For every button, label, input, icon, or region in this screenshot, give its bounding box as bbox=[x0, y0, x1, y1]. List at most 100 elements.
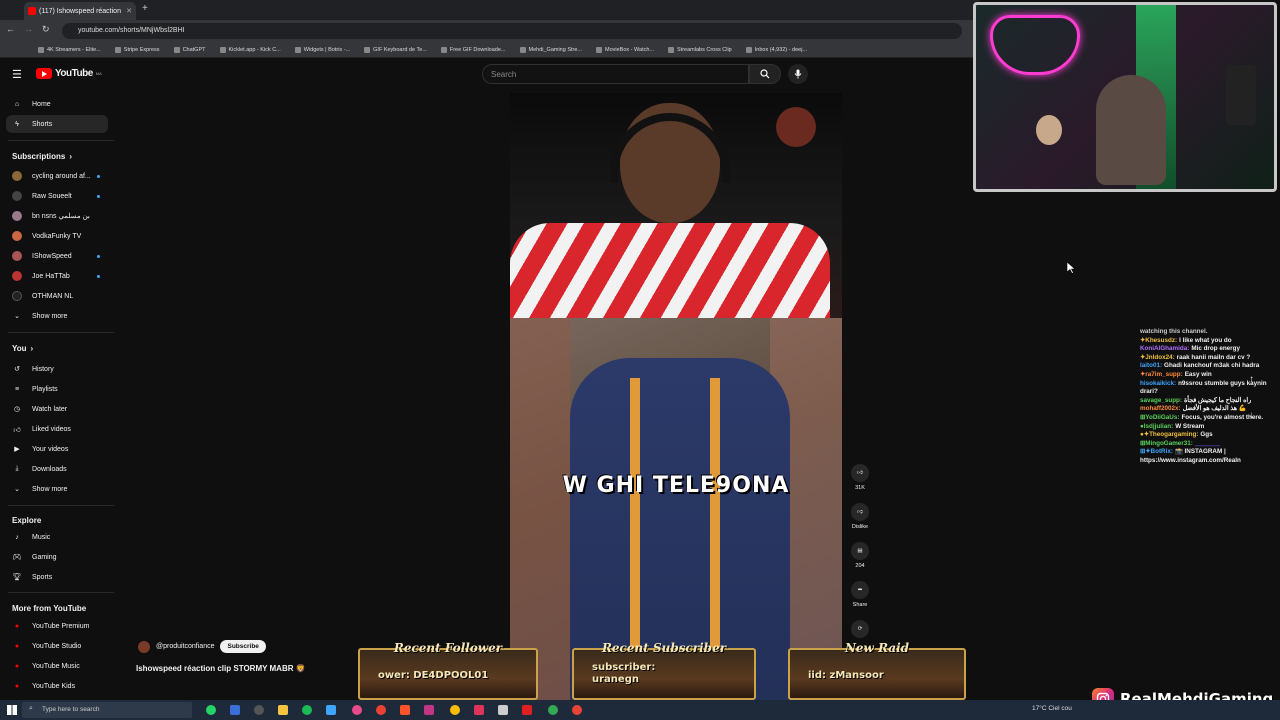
sidebar-item-liked-videos[interactable]: 👍︎ Liked videos bbox=[6, 420, 108, 438]
show-more-button[interactable]: ⌄ Show more bbox=[6, 480, 108, 498]
channel-avatar[interactable] bbox=[138, 640, 150, 653]
file-explorer-icon[interactable] bbox=[278, 705, 288, 715]
app-icon[interactable] bbox=[522, 705, 532, 715]
new-tab-icon[interactable]: + bbox=[142, 3, 148, 14]
bookmark-9[interactable]: Streamlabs Cross Clip bbox=[668, 46, 732, 53]
sidebar-item-your-videos[interactable]: ▶ Your videos bbox=[6, 440, 108, 458]
spotify-icon[interactable] bbox=[302, 705, 312, 715]
app-icon[interactable] bbox=[498, 705, 508, 715]
panel-title: Recent Subscriber bbox=[601, 641, 727, 655]
sidebar-item-youtube-premium[interactable]: ● YouTube Premium bbox=[6, 617, 108, 635]
tab-close-icon[interactable]: ✕ bbox=[126, 7, 132, 15]
sidebar-item-home[interactable]: ⌂ Home bbox=[6, 95, 108, 113]
subscription-item[interactable]: bn nsns بن مسلمي bbox=[6, 207, 108, 225]
video-title[interactable]: Ishowspeed réaction clip STORMY MABR 🦁 bbox=[136, 664, 306, 673]
app-icon[interactable] bbox=[352, 705, 362, 715]
divider bbox=[8, 140, 114, 141]
trophy-icon: 🏆︎ bbox=[12, 574, 22, 581]
app-icon[interactable] bbox=[474, 705, 484, 715]
shorts-video-player[interactable]: W GHI TELE9ONA bbox=[510, 93, 842, 700]
sidebar-item-gaming[interactable]: 🎮︎ Gaming bbox=[6, 548, 108, 566]
more-from-youtube-header: More from YouTube bbox=[12, 604, 87, 613]
whatsapp-icon[interactable] bbox=[206, 705, 216, 715]
dislike-label: Dislike bbox=[851, 524, 869, 530]
neon-sign-shape bbox=[990, 15, 1080, 75]
reload-icon[interactable]: ↻ bbox=[42, 24, 50, 35]
subscription-item[interactable]: IShowSpeed bbox=[6, 247, 108, 265]
sidebar-item-youtube-studio[interactable]: ● YouTube Studio bbox=[6, 637, 108, 655]
subscription-item[interactable]: OTHMAN NL bbox=[6, 287, 108, 305]
bookmark-2[interactable]: ChatGPT bbox=[173, 46, 206, 53]
chat-user: savage_supp: bbox=[1140, 396, 1182, 404]
sidebar-label: Your videos bbox=[32, 445, 69, 453]
sidebar-item-youtube-kids[interactable]: ● YouTube Kids bbox=[6, 677, 108, 695]
back-icon[interactable]: ← bbox=[6, 24, 15, 34]
you-header[interactable]: You › bbox=[12, 344, 33, 353]
chrome-icon[interactable] bbox=[548, 705, 558, 715]
divider bbox=[8, 332, 114, 333]
taskbar-search[interactable]: ⌕ Type here to search bbox=[22, 702, 192, 718]
subscribe-button[interactable]: Subscribe bbox=[220, 640, 266, 653]
scroll-up-icon[interactable]: ↑ bbox=[1249, 374, 1254, 385]
panel-title: Recent Follower bbox=[393, 641, 503, 655]
scroll-down-icon[interactable]: ↓ bbox=[1249, 410, 1254, 421]
sidebar-label: Gaming bbox=[32, 553, 57, 561]
voice-search-button[interactable] bbox=[788, 64, 808, 84]
sidebar-item-history[interactable]: ↺ History bbox=[6, 360, 108, 378]
chat-text: W Stream bbox=[1175, 422, 1205, 430]
share-button[interactable]: ➦ Share bbox=[848, 581, 872, 608]
channel-info: @produitconfiance Subscribe bbox=[138, 640, 266, 653]
bookmark-8[interactable]: MovieBox - Watch... bbox=[596, 46, 654, 53]
url-field[interactable]: youtube.com/shorts/MNjWbsl2BHI bbox=[62, 23, 962, 39]
show-more-button[interactable]: ⌄ Show more bbox=[6, 307, 108, 325]
sidebar-item-youtube-music[interactable]: ● YouTube Music bbox=[6, 657, 108, 675]
chat-message: ✦Khesusdz: I like what you do bbox=[1140, 337, 1270, 346]
instagram-app-icon[interactable] bbox=[424, 705, 434, 715]
weather-widget[interactable]: 17°C Ciel cou bbox=[1032, 705, 1072, 712]
app-icon[interactable] bbox=[230, 705, 240, 715]
search-button[interactable] bbox=[749, 64, 781, 84]
sidebar-item-music[interactable]: ♪ Music bbox=[6, 528, 108, 546]
subscription-item[interactable]: Raw Soueelt bbox=[6, 187, 108, 205]
comments-button[interactable]: ▤ 204 bbox=[848, 542, 872, 569]
search-input[interactable]: Search bbox=[482, 64, 749, 84]
subscription-item[interactable]: cycling around af... bbox=[6, 167, 108, 185]
subscription-item[interactable]: VodkaFunky TV bbox=[6, 227, 108, 245]
sidebar-label: Downloads bbox=[32, 465, 67, 473]
app-icon[interactable] bbox=[326, 705, 336, 715]
bookmark-1[interactable]: Stripe Express bbox=[114, 46, 160, 53]
bookmark-10[interactable]: Inbox (4,932) - deej... bbox=[745, 46, 807, 53]
history-icon: ↺ bbox=[14, 366, 20, 373]
bookmark-7[interactable]: Mehdi_Gaming Stre... bbox=[519, 46, 582, 53]
bookmark-6[interactable]: Free GIF Downloade... bbox=[440, 46, 506, 53]
chrome-icon[interactable] bbox=[376, 705, 386, 715]
bookmark-0[interactable]: 4K Streamers - Elite... bbox=[38, 46, 101, 53]
sidebar-item-watch-later[interactable]: ◷ Watch later bbox=[6, 400, 108, 418]
like-button[interactable]: 👍︎ 31K bbox=[848, 464, 872, 491]
subscriptions-header[interactable]: Subscriptions › bbox=[12, 152, 72, 161]
sidebar-label: Music bbox=[32, 533, 51, 541]
remix-button[interactable]: ⟳ bbox=[848, 620, 872, 641]
app-icon[interactable] bbox=[254, 705, 264, 715]
subscription-label: OTHMAN NL bbox=[32, 292, 74, 300]
windows-start-icon[interactable] bbox=[7, 705, 17, 715]
sidebar-item-playlists[interactable]: ≡ Playlists bbox=[6, 380, 108, 398]
youtube-header: ☰ YouTube MA Search bbox=[0, 58, 970, 92]
bookmark-3[interactable]: Kicklet.app - Kick C... bbox=[219, 46, 281, 53]
menu-icon[interactable]: ☰ bbox=[12, 68, 22, 81]
sidebar-item-sports[interactable]: 🏆︎ Sports bbox=[6, 568, 108, 586]
sidebar-item-downloads[interactable]: ⤓ Downloads bbox=[6, 460, 108, 478]
dislike-button[interactable]: 👎︎ Dislike bbox=[848, 503, 872, 530]
sidebar-item-shorts[interactable]: ϟ Shorts bbox=[6, 115, 108, 133]
channel-name[interactable]: @produitconfiance bbox=[156, 643, 214, 650]
browser-tab[interactable]: (117) Ishowspeed réaction ✕ bbox=[24, 2, 136, 20]
brave-icon[interactable] bbox=[400, 705, 410, 715]
chrome-icon[interactable] bbox=[450, 705, 460, 715]
subscription-item[interactable]: Joe HaTTab bbox=[6, 267, 108, 285]
forward-icon[interactable]: → bbox=[24, 24, 33, 34]
show-more-label: Show more bbox=[32, 312, 68, 320]
chrome-icon[interactable] bbox=[572, 705, 582, 715]
bookmark-4[interactable]: Widgets | Botrix -... bbox=[294, 46, 350, 53]
youtube-logo[interactable]: YouTube MA bbox=[36, 68, 102, 79]
bookmark-5[interactable]: GIF Keyboard de Te... bbox=[364, 46, 427, 53]
